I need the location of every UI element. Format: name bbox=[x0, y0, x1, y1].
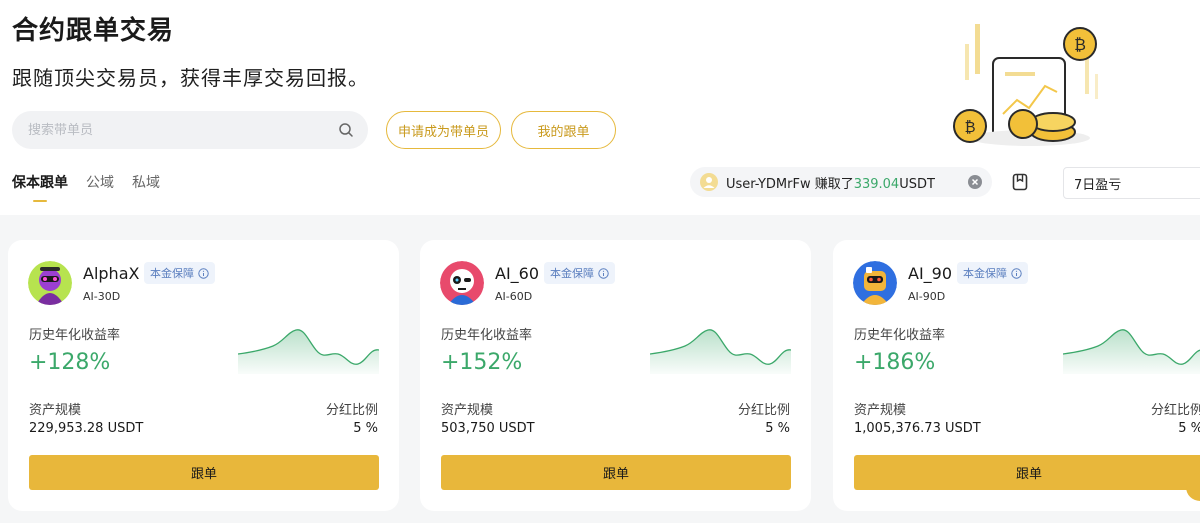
trader-card: AI_60 本金保障 AI-60D 历史年化收益率 +152% 资产规模 503… bbox=[420, 240, 811, 511]
info-icon[interactable] bbox=[198, 267, 209, 279]
trader-name[interactable]: AlphaX bbox=[83, 264, 139, 283]
trader-name[interactable]: AI_90 bbox=[908, 264, 952, 283]
aum-label: 资产规模 bbox=[441, 403, 494, 418]
profit-share-value: 5 % bbox=[353, 421, 378, 436]
user-avatar-icon bbox=[700, 173, 718, 191]
close-icon[interactable] bbox=[968, 175, 982, 189]
notice-user: User-YDMrFw bbox=[726, 176, 811, 192]
bookmark-icon[interactable] bbox=[1011, 173, 1029, 191]
notice-amount: 339.04 bbox=[853, 176, 900, 192]
yield-label: 历史年化收益率 bbox=[854, 328, 946, 343]
principal-protection-badge: 本金保障 bbox=[144, 262, 215, 284]
follow-button[interactable]: 跟单 bbox=[29, 455, 379, 490]
follow-button[interactable]: 跟单 bbox=[854, 455, 1200, 490]
trader-avatar[interactable] bbox=[853, 261, 897, 305]
yield-value: +128% bbox=[29, 350, 111, 375]
follow-button[interactable]: 跟单 bbox=[441, 455, 791, 490]
yield-label: 历史年化收益率 bbox=[29, 328, 121, 343]
yield-label: 历史年化收益率 bbox=[441, 328, 533, 343]
trader-card: AlphaX 本金保障 AI-30D 历史年化收益率 +128% 资产规模 22… bbox=[8, 240, 399, 511]
trader-avatar[interactable] bbox=[440, 261, 484, 305]
apply-trader-button[interactable]: 申请成为带单员 bbox=[386, 111, 501, 149]
trader-id: AI-90D bbox=[908, 290, 946, 303]
yield-value: +152% bbox=[441, 350, 523, 375]
tab-bar: 保本跟单 公域 私域 bbox=[12, 172, 160, 202]
aum-value: 229,953.28 USDT bbox=[29, 421, 144, 436]
pnl-period-select[interactable]: 7日盈亏 bbox=[1063, 167, 1200, 199]
notice-verb: 赚取了 bbox=[810, 176, 854, 192]
earnings-notice: User-YDMrFw 赚取了339.04USDT bbox=[690, 167, 992, 197]
hero-illustration: ₿ ₿ bbox=[953, 24, 1098, 146]
page-title: 合约跟单交易 bbox=[12, 16, 175, 46]
notice-unit: USDT bbox=[899, 176, 935, 192]
profit-share-label: 分红比例 bbox=[737, 403, 790, 418]
page-subtitle: 跟随顶尖交易员，获得丰厚交易回报。 bbox=[12, 66, 369, 90]
aum-value: 503,750 USDT bbox=[441, 421, 535, 436]
principal-protection-badge: 本金保障 bbox=[544, 262, 615, 284]
yield-sparkline bbox=[1063, 329, 1200, 374]
svg-text:₿: ₿ bbox=[964, 118, 975, 136]
my-copy-trades-button[interactable]: 我的跟单 bbox=[511, 111, 616, 149]
tab-private[interactable]: 私域 bbox=[132, 172, 160, 202]
aum-label: 资产规模 bbox=[29, 403, 82, 418]
profit-share-label: 分红比例 bbox=[1150, 403, 1200, 418]
yield-sparkline bbox=[238, 329, 379, 374]
notice-text: User-YDMrFw 赚取了339.04USDT bbox=[726, 173, 935, 192]
search-box[interactable] bbox=[12, 111, 368, 149]
profit-share-value: 5 % bbox=[1178, 421, 1200, 436]
yield-sparkline bbox=[650, 329, 791, 374]
trader-id: AI-30D bbox=[83, 290, 121, 303]
search-icon[interactable] bbox=[338, 122, 354, 138]
trader-avatar[interactable] bbox=[28, 261, 72, 305]
tab-principal-protected[interactable]: 保本跟单 bbox=[12, 172, 68, 202]
search-input[interactable] bbox=[28, 111, 328, 149]
trader-card: AI_90 本金保障 AI-90D 历史年化收益率 +186% 资产规模 1,0… bbox=[833, 240, 1200, 511]
svg-text:₿: ₿ bbox=[1074, 35, 1086, 54]
tab-public[interactable]: 公域 bbox=[86, 172, 114, 202]
profit-share-value: 5 % bbox=[765, 421, 790, 436]
aum-label: 资产规模 bbox=[854, 403, 907, 418]
hero-section: 合约跟单交易 跟随顶尖交易员，获得丰厚交易回报。 申请成为带单员 我的跟单 ₿ … bbox=[0, 0, 1200, 215]
info-icon[interactable] bbox=[1011, 267, 1022, 279]
aum-value: 1,005,376.73 USDT bbox=[854, 421, 981, 436]
principal-protection-badge: 本金保障 bbox=[957, 262, 1028, 284]
yield-value: +186% bbox=[854, 350, 936, 375]
profit-share-label: 分红比例 bbox=[325, 403, 378, 418]
trader-name[interactable]: AI_60 bbox=[495, 264, 539, 283]
badge-label: 本金保障 bbox=[550, 267, 594, 280]
info-icon[interactable] bbox=[598, 267, 609, 279]
trader-id: AI-60D bbox=[495, 290, 533, 303]
badge-label: 本金保障 bbox=[963, 267, 1007, 280]
badge-label: 本金保障 bbox=[150, 267, 194, 280]
